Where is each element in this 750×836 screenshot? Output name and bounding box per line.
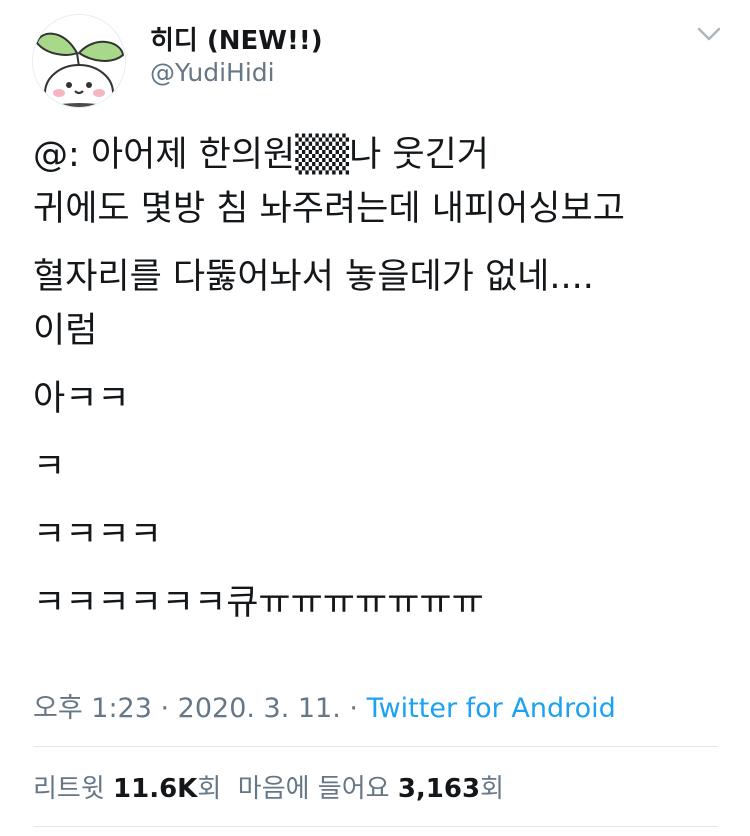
tweet-stats: 리트윗 11.6K회 마음에 들어요 3,163회 xyxy=(33,768,504,805)
tweet-time[interactable]: 오후 1:23 xyxy=(33,693,152,724)
meta-separator: · xyxy=(340,693,367,724)
like-unit: 회 xyxy=(480,774,505,804)
tweet-source-link[interactable]: Twitter for Android xyxy=(367,693,616,724)
author-handle[interactable]: @YudiHidi xyxy=(150,58,275,87)
tweet-text: @: 아어제 한의원▒▒나 웃긴거 귀에도 몇방 침 놔주려는데 내피어싱보고 … xyxy=(33,128,733,630)
tweet-meta: 오후 1:23 · 2020. 3. 11. · Twitter for And… xyxy=(33,686,616,725)
retweet-stat[interactable]: 리트윗 11.6K회 xyxy=(33,774,221,804)
retweet-label: 리트윗 xyxy=(33,774,105,804)
tweet-line: 귀에도 몇방 침 놔주려는데 내피어싱보고 xyxy=(33,189,625,229)
like-count: 3,163 xyxy=(397,774,481,804)
tweet-line: ㅋㅋㅋㅋㅋㅋ큐ㅠㅠㅠㅠㅠㅠㅠ xyxy=(33,583,484,623)
chevron-down-icon[interactable] xyxy=(696,24,722,44)
retweet-unit: 회 xyxy=(197,774,222,804)
tweet-line: 혈자리를 다뚫어놔서 놓을데가 없네.... xyxy=(33,257,594,297)
divider xyxy=(33,746,718,747)
tweet-header: 히디 (NEW!!) @YudiHidi xyxy=(0,0,750,120)
avatar[interactable] xyxy=(32,14,126,108)
like-label: 마음에 들어요 xyxy=(237,774,390,804)
tweet-line: 이럼 xyxy=(33,311,98,351)
tweet-line: @: 아어제 한의원▒▒나 웃긴거 xyxy=(33,135,490,175)
tweet-line: 아ㅋㅋ xyxy=(33,379,130,419)
meta-separator: · xyxy=(151,693,178,724)
retweet-count: 11.6K xyxy=(113,774,198,804)
like-stat[interactable]: 마음에 들어요 3,163회 xyxy=(238,774,504,804)
tweet-line: ㅋ xyxy=(33,447,66,487)
tweet-date[interactable]: 2020. 3. 11. xyxy=(178,693,341,724)
sprout-avatar-image xyxy=(33,15,125,107)
author-name[interactable]: 히디 (NEW!!) xyxy=(150,20,323,57)
tweet-line: ㅋㅋㅋㅋ xyxy=(33,515,162,555)
divider xyxy=(33,826,718,827)
